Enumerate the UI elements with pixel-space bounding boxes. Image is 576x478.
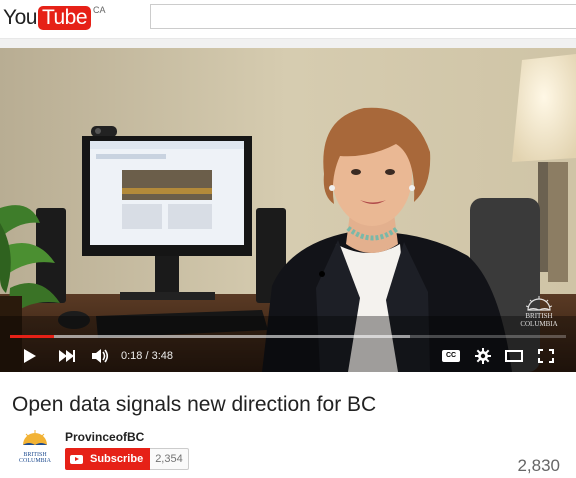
- channel-avatar[interactable]: BRITISH COLUMBIA: [14, 430, 56, 466]
- fullscreen-icon: [538, 349, 554, 363]
- video-title: Open data signals new direction for BC: [12, 393, 377, 416]
- bc-watermark-line-1: BRITISH: [525, 312, 553, 320]
- view-count: 2,830: [517, 456, 560, 475]
- bc-sun-logo-icon: [23, 430, 47, 445]
- volume-button[interactable]: [88, 340, 112, 372]
- player-controls: 0:18 / 3:48 CC: [0, 340, 576, 372]
- video-player[interactable]: BRITISH COLUMBIA 0:18 / 3:48 CC: [0, 48, 576, 372]
- progress-played: [10, 335, 54, 338]
- logo-tube-text: Tube: [37, 6, 92, 30]
- search-input[interactable]: [150, 4, 576, 29]
- next-button[interactable]: [54, 340, 80, 372]
- subscribe-label: Subscribe: [90, 453, 144, 465]
- video-info: Open data signals new direction for BC B…: [0, 372, 576, 478]
- time-display: 0:18 / 3:48: [121, 340, 173, 372]
- progress-bar[interactable]: [10, 335, 566, 338]
- play-icon: [24, 349, 36, 363]
- theater-mode-button[interactable]: [502, 340, 526, 372]
- subscriber-count: 2,354: [150, 448, 189, 470]
- time-total: 3:48: [151, 350, 174, 362]
- bc-watermark: BRITISH COLUMBIA: [512, 296, 566, 328]
- channel-name-link[interactable]: ProvinceofBC: [65, 430, 144, 444]
- captions-label: CC: [445, 352, 457, 359]
- volume-icon: [92, 349, 109, 363]
- avatar-text-line-2: COLUMBIA: [18, 458, 51, 464]
- fullscreen-button[interactable]: [534, 340, 558, 372]
- time-current: 0:18: [121, 350, 143, 362]
- youtube-logo[interactable]: You Tube CA: [3, 4, 106, 32]
- subscribe-button[interactable]: Subscribe: [65, 448, 151, 470]
- bc-sun-logo-icon: [526, 296, 552, 311]
- theater-mode-icon: [505, 350, 523, 362]
- logo-you-text: You: [3, 6, 37, 29]
- time-separator: /: [142, 350, 152, 362]
- settings-button[interactable]: [471, 340, 495, 372]
- masthead: You Tube CA: [0, 0, 576, 39]
- settings-icon: [475, 348, 491, 364]
- play-button[interactable]: [18, 340, 42, 372]
- captions-icon: CC: [442, 350, 460, 362]
- logo-country-code: CA: [93, 5, 106, 15]
- progress-buffered: [10, 335, 411, 338]
- bc-watermark-line-2: COLUMBIA: [520, 320, 558, 328]
- subscribe-group: Subscribe 2,354: [65, 448, 189, 470]
- youtube-play-icon: [70, 454, 83, 464]
- next-icon: [59, 350, 75, 362]
- video-frame: [0, 48, 576, 372]
- captions-button[interactable]: CC: [438, 340, 464, 372]
